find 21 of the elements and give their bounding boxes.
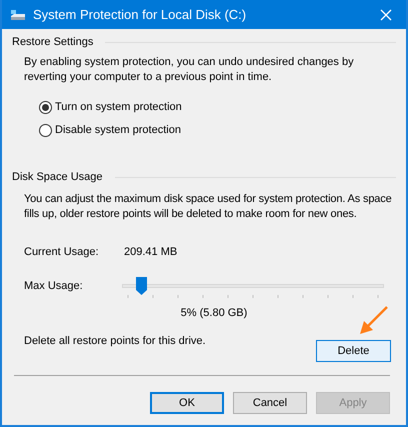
radio-button[interactable] [39, 124, 52, 136]
usage-value: 209.41 MB [124, 245, 178, 260]
drive-icon [10, 8, 26, 20]
annotation-arrow-icon [357, 305, 389, 337]
field-label: Max Usage: [24, 278, 84, 294]
description-text: You can adjust the maximum disk space used for system protection. As space fills up, older restore points will be deleted to make room for new ones. [24, 192, 393, 222]
radio-option[interactable]: Turn on system protection [39, 99, 182, 115]
group-heading: Restore Settings [12, 35, 94, 50]
dialog-button[interactable]: Cancel [233, 392, 307, 414]
usage-reading: 5% (5.80 GB) [180, 306, 248, 322]
description-text: By enabling system protection, you can undo undesired changes by reverting your computer to a previous point in time. [24, 55, 355, 85]
field-label: Current Usage: [24, 245, 100, 260]
slider-thumb[interactable] [136, 277, 147, 295]
radio-button[interactable] [39, 100, 52, 114]
group-heading: Disk Space Usage [12, 170, 102, 186]
delete-description: Delete all restore points for this drive. [24, 334, 206, 349]
delete-button[interactable]: Delete [316, 340, 391, 362]
dialog-button[interactable]: OK [150, 392, 224, 414]
radio-option[interactable]: Disable system protection [39, 122, 181, 138]
window-title: System Protection for Local Disk (C:) [33, 6, 246, 24]
close-icon [380, 8, 392, 20]
